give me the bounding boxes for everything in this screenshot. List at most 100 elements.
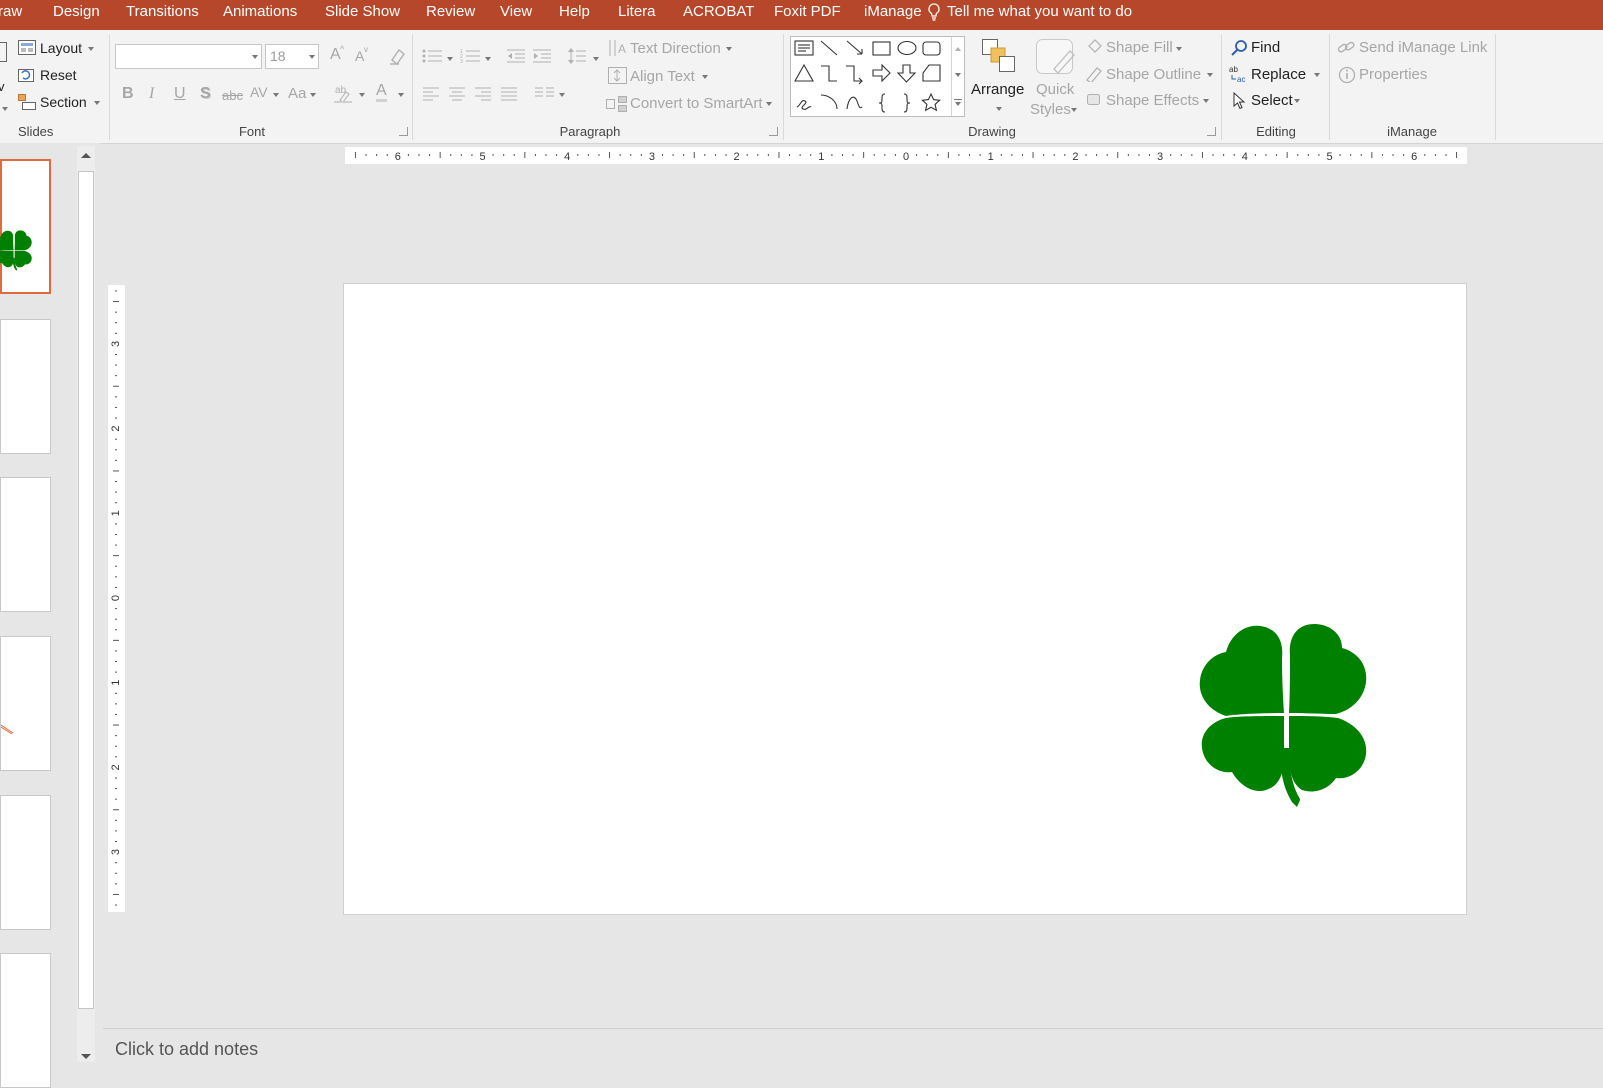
gallery-up-icon[interactable]: [955, 47, 961, 51]
thumbnails-scrollbar[interactable]: [77, 146, 95, 1062]
tab-slide-show[interactable]: Slide Show: [325, 0, 400, 30]
character-spacing-button[interactable]: AV: [250, 84, 268, 100]
tab-animations[interactable]: Animations: [223, 0, 297, 30]
align-text-dropdown-icon[interactable]: [702, 75, 708, 79]
tell-me-box[interactable]: Tell me what you want to do: [928, 0, 1132, 30]
convert-to-smartart-button[interactable]: Convert to SmartArt: [630, 95, 763, 112]
highlight-color-icon[interactable]: ab: [334, 83, 354, 103]
shape-outline-button[interactable]: Shape Outline: [1106, 66, 1201, 83]
drawing-dialog-launcher-icon[interactable]: [1207, 127, 1216, 136]
smartart-dropdown-icon[interactable]: [766, 102, 772, 106]
right-arrow-shape-icon[interactable]: [872, 63, 891, 83]
shape-fill-button[interactable]: Shape Fill: [1106, 39, 1173, 56]
strikethrough-button[interactable]: abc: [222, 88, 243, 103]
font-dialog-launcher-icon[interactable]: [399, 127, 408, 136]
increase-indent-icon[interactable]: [533, 48, 553, 64]
layout-dropdown-icon[interactable]: [88, 47, 94, 51]
align-text-button[interactable]: Align Text: [630, 68, 695, 85]
arrange-button[interactable]: Arrange: [971, 81, 1024, 98]
font-size-dropdown-icon[interactable]: [309, 55, 315, 59]
shrink-font-button[interactable]: A: [355, 48, 364, 64]
arrange-dropdown-icon[interactable]: [996, 107, 1002, 111]
rectangle-shape-icon[interactable]: [872, 41, 891, 56]
columns-dropdown-icon[interactable]: [559, 93, 565, 97]
freeform-shape-icon[interactable]: [922, 64, 941, 82]
elbow-connector-shape-icon[interactable]: [821, 65, 837, 82]
quick-styles-label[interactable]: Quick: [1036, 81, 1074, 98]
slide-thumbnail-4[interactable]: [0, 636, 51, 771]
four-leaf-clover-shape[interactable]: [1196, 618, 1376, 808]
section-button[interactable]: Section: [40, 94, 87, 110]
select-button[interactable]: Select: [1251, 92, 1293, 109]
star-shape-icon[interactable]: [921, 92, 941, 112]
gallery-more-icon[interactable]: [955, 102, 961, 106]
tab-draw[interactable]: raw: [0, 0, 22, 30]
font-size-input[interactable]: 18: [265, 44, 319, 69]
line-shape-icon[interactable]: [820, 40, 838, 56]
find-button[interactable]: Find: [1251, 39, 1280, 56]
shape-fill-dropdown-icon[interactable]: [1176, 47, 1182, 51]
text-direction-dropdown-icon[interactable]: [726, 47, 732, 51]
tab-view[interactable]: View: [500, 0, 532, 30]
change-case-button[interactable]: Aa: [288, 85, 306, 102]
slide-thumbnail-1[interactable]: [0, 159, 51, 294]
select-dropdown-icon[interactable]: [1294, 99, 1300, 103]
font-name-input[interactable]: [115, 44, 262, 69]
italic-button[interactable]: I: [149, 85, 154, 103]
scribble-shape-icon[interactable]: [796, 100, 812, 110]
underline-button[interactable]: U: [174, 85, 186, 103]
shape-effects-button[interactable]: Shape Effects: [1106, 92, 1199, 109]
tab-review[interactable]: Review: [426, 0, 475, 30]
align-center-icon[interactable]: [449, 87, 467, 101]
slide-thumbnail-5[interactable]: [0, 795, 51, 930]
font-color-button[interactable]: A: [376, 83, 387, 102]
slide-thumbnail-6[interactable]: [0, 953, 51, 1088]
align-right-icon[interactable]: [475, 87, 493, 101]
triangle-shape-icon[interactable]: [794, 63, 814, 82]
elbow-arrow-connector-shape-icon[interactable]: [846, 65, 863, 85]
right-brace-shape-icon[interactable]: [903, 93, 911, 113]
change-case-dropdown-icon[interactable]: [310, 93, 316, 97]
send-imanage-link-button[interactable]: Send iManage Link: [1359, 39, 1487, 56]
tab-design[interactable]: Design: [53, 0, 100, 30]
text-shadow-button[interactable]: S: [200, 85, 211, 103]
tab-litera[interactable]: Litera: [618, 0, 656, 30]
numbering-icon[interactable]: 1 2 3: [460, 48, 482, 64]
scrollbar-thumb[interactable]: [78, 171, 94, 1009]
tab-imanage[interactable]: iManage: [864, 0, 922, 30]
down-arrow-shape-icon[interactable]: [896, 64, 917, 83]
quick-styles-dropdown-icon[interactable]: [1071, 108, 1077, 112]
new-slide-icon[interactable]: [0, 42, 7, 62]
properties-button[interactable]: Properties: [1359, 66, 1427, 83]
horizontal-ruler[interactable]: 6 5 4 3 2 1 0 1 2 3 4 5 6: [345, 147, 1467, 164]
notes-pane[interactable]: Click to add notes: [103, 1028, 1603, 1063]
shape-outline-dropdown-icon[interactable]: [1207, 73, 1213, 77]
highlight-dropdown-icon[interactable]: [359, 93, 365, 97]
tab-foxit-pdf[interactable]: Foxit PDF: [774, 0, 841, 30]
line-spacing-icon[interactable]: [568, 47, 588, 65]
clear-formatting-icon[interactable]: [388, 47, 406, 65]
columns-icon[interactable]: [535, 87, 555, 101]
paragraph-dialog-launcher-icon[interactable]: [769, 127, 778, 136]
numbering-dropdown-icon[interactable]: [485, 57, 491, 61]
layout-button[interactable]: Layout: [40, 40, 82, 56]
justify-icon[interactable]: [501, 87, 519, 101]
bullets-dropdown-icon[interactable]: [447, 57, 453, 61]
font-color-dropdown-icon[interactable]: [398, 93, 404, 97]
font-name-dropdown-icon[interactable]: [252, 55, 258, 59]
slide-thumbnail-3[interactable]: [0, 477, 51, 612]
shape-effects-dropdown-icon[interactable]: [1203, 99, 1209, 103]
bullets-icon[interactable]: [422, 48, 444, 64]
decrease-indent-icon[interactable]: [507, 48, 527, 64]
left-brace-shape-icon[interactable]: [878, 93, 886, 113]
reset-button[interactable]: Reset: [40, 67, 77, 83]
oval-shape-icon[interactable]: [897, 40, 917, 56]
line-spacing-dropdown-icon[interactable]: [593, 57, 599, 61]
curve-shape-icon[interactable]: [846, 96, 863, 110]
text-direction-button[interactable]: Text Direction: [630, 40, 721, 57]
rounded-rectangle-shape-icon[interactable]: [922, 41, 941, 56]
replace-dropdown-icon[interactable]: [1314, 73, 1320, 77]
gallery-down-icon[interactable]: [955, 73, 961, 77]
arrow-line-shape-icon[interactable]: [846, 40, 863, 55]
scroll-up-icon[interactable]: [80, 151, 92, 159]
